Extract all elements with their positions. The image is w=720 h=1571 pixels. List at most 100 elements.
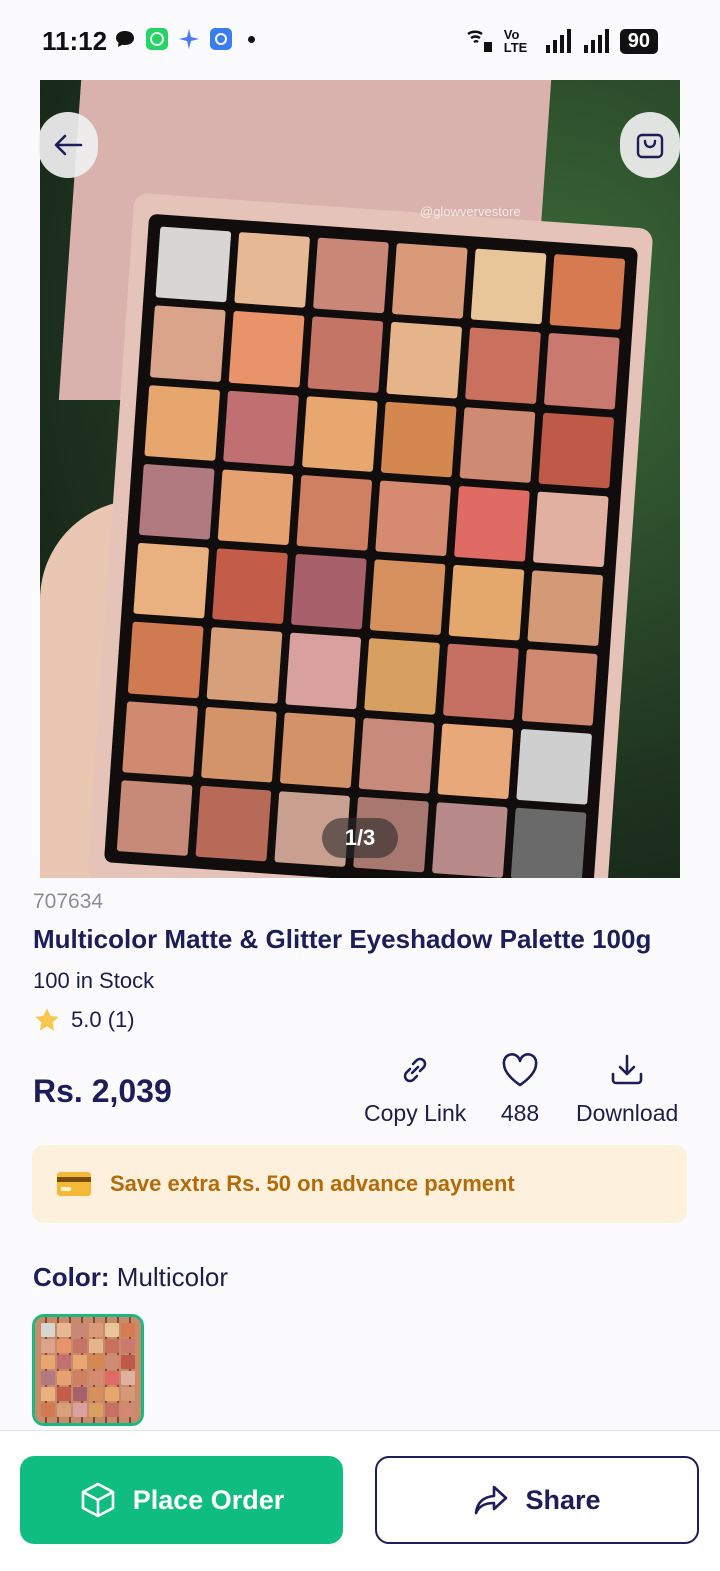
- heart-icon: [502, 1053, 538, 1087]
- arrow-left-icon: [54, 134, 83, 156]
- credit-card-icon: [57, 1172, 91, 1196]
- status-right-icons: Vo LTE 90: [464, 28, 658, 54]
- eyeshadow-pan: [375, 480, 452, 557]
- swatch-pan: [73, 1387, 87, 1401]
- swatch-pan: [89, 1371, 103, 1385]
- eyeshadow-pan: [279, 711, 356, 788]
- eyeshadow-pan: [138, 463, 215, 540]
- eyeshadow-pan: [448, 564, 525, 641]
- eyeshadow-pan: [217, 469, 294, 546]
- swatch-pan: [105, 1355, 119, 1369]
- color-label-key: Color:: [33, 1262, 110, 1292]
- battery-level: 90: [619, 28, 658, 54]
- eyeshadow-pan: [358, 717, 435, 794]
- eyeshadow-pan: [510, 807, 587, 878]
- eyeshadow-pan: [212, 548, 288, 625]
- download-button[interactable]: Download: [576, 1052, 678, 1127]
- swatch-pan: [89, 1339, 103, 1353]
- eyeshadow-pan: [431, 801, 508, 878]
- swatch-pan: [41, 1339, 55, 1353]
- swatch-pan: [57, 1339, 71, 1353]
- swatch-pan: [73, 1323, 87, 1337]
- swatch-pan: [73, 1355, 87, 1369]
- eyeshadow-pan: [443, 643, 519, 720]
- product-image[interactable]: @glowvervestore: [40, 80, 680, 878]
- eyeshadow-pan: [437, 722, 514, 799]
- swatch-pan: [73, 1339, 87, 1353]
- eyeshadow-pan: [201, 706, 277, 783]
- volte-label: Vo LTE: [503, 27, 528, 55]
- swatch-pan: [57, 1387, 71, 1401]
- swatch-pan: [89, 1403, 103, 1417]
- copy-link-label: Copy Link: [364, 1100, 467, 1126]
- swatch-pan: [105, 1371, 119, 1385]
- eyeshadow-pan: [290, 553, 367, 630]
- eyeshadow-pan: [516, 728, 593, 805]
- like-count: 488: [500, 1100, 540, 1126]
- swatch-pan: [89, 1355, 103, 1369]
- download-label: Download: [576, 1100, 679, 1126]
- image-pager: 1/3: [322, 818, 398, 858]
- swatch-pan: [121, 1339, 135, 1353]
- promo-text: Save extra Rs. 50 on advance payment: [110, 1171, 515, 1196]
- eyeshadow-pan: [195, 785, 272, 862]
- place-order-button[interactable]: Place Order: [20, 1456, 343, 1544]
- store-watermark: @glowvervestore: [420, 204, 521, 219]
- eyeshadow-pan: [307, 316, 384, 393]
- color-swatch-multicolor[interactable]: [32, 1314, 144, 1426]
- swatch-pan: [73, 1403, 87, 1417]
- eyeshadow-pan: [234, 232, 311, 309]
- product-price: Rs. 2,039: [33, 1073, 172, 1109]
- swatch-pan: [121, 1355, 135, 1369]
- swatch-pan: [57, 1323, 71, 1337]
- sync-app-icon: [210, 28, 232, 50]
- eyeshadow-palette-image: [103, 213, 639, 878]
- eyeshadow-pan: [386, 322, 463, 399]
- share-arrow-icon: [475, 1485, 508, 1515]
- eyeshadow-pan: [133, 542, 210, 619]
- eyeshadow-pan: [549, 254, 626, 331]
- swatch-pan: [105, 1339, 119, 1353]
- share-button[interactable]: Share: [375, 1456, 699, 1544]
- like-button[interactable]: 488: [500, 1052, 540, 1127]
- more-notifications-dot-icon: [248, 35, 255, 43]
- eyeshadow-pan: [459, 406, 536, 483]
- swatch-pan: [89, 1323, 103, 1337]
- color-selection-label: Color: Multicolor: [33, 1262, 228, 1293]
- wifi-call-icon: [467, 30, 492, 52]
- swatch-pan: [41, 1403, 55, 1417]
- eyeshadow-pan: [301, 395, 378, 472]
- swatch-pan: [89, 1387, 103, 1401]
- eyeshadow-pan: [470, 248, 547, 325]
- swatch-pan: [41, 1387, 55, 1401]
- swatch-pan: [121, 1371, 135, 1385]
- link-icon: [403, 1057, 427, 1083]
- stock-status: 100 in Stock: [33, 968, 155, 993]
- copy-link-button[interactable]: Copy Link: [364, 1052, 466, 1127]
- eyeshadow-pan: [285, 632, 362, 709]
- eyeshadow-pan: [116, 779, 193, 856]
- share-label: Share: [525, 1484, 601, 1515]
- eyeshadow-pan: [206, 627, 283, 704]
- eyeshadow-pan: [296, 474, 373, 551]
- eyeshadow-pan: [454, 485, 530, 562]
- eyeshadow-pan: [364, 638, 441, 715]
- eyeshadow-pan: [144, 384, 221, 461]
- status-bar: 11:12 Vo LTE 90: [0, 0, 720, 80]
- eyeshadow-pan: [527, 570, 604, 647]
- swatch-pan: [57, 1355, 71, 1369]
- swatch-pan: [105, 1387, 119, 1401]
- back-button[interactable]: [38, 112, 98, 178]
- eyeshadow-pan: [122, 700, 199, 777]
- swatch-pan: [105, 1323, 119, 1337]
- download-icon: [611, 1054, 643, 1085]
- eyeshadow-pan: [391, 243, 468, 320]
- swatch-pan: [41, 1355, 55, 1369]
- rating-value: 5.0 (1): [71, 1007, 135, 1032]
- place-order-label: Place Order: [132, 1484, 285, 1515]
- eyeshadow-pan: [149, 305, 226, 382]
- star-icon: [35, 1008, 59, 1031]
- eyeshadow-pan: [532, 491, 609, 568]
- product-rating: 5.0 (1): [33, 1006, 135, 1034]
- cart-button[interactable]: [620, 112, 680, 178]
